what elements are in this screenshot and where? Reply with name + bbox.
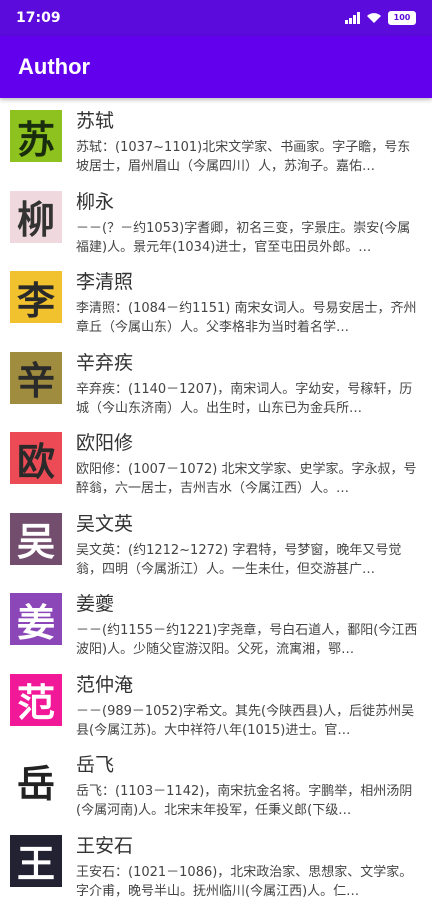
author-description: －－(？－约1053)字耆卿，初名三变，字景庄。崇安(今属福建)人。景元年(10… [76,219,422,257]
author-info: 吴文英吴文英：(约1212~1272) 字君特，号梦窗，晚年又号觉翁，四明（今属… [76,511,422,582]
author-avatar: 姜 [10,593,62,645]
author-description: －－(约1155－约1221)字尧章，号白石道人，鄱阳(今江西波阳)人。少随父宦… [76,621,422,659]
status-time: 17:09 [16,10,61,26]
author-name: 辛弃疾 [76,350,422,376]
battery-level: 100 [394,13,411,22]
page-title: Author [18,54,90,80]
author-description: 李清照：(1084－约1151) 南宋女词人。号易安居士，齐州章丘（今属山东）人… [76,299,422,337]
author-avatar: 王 [10,835,62,887]
list-item[interactable]: 范范仲淹 －－(989－1052)字希文。其先(今陕西县)人，后徙苏州吴县(今属江… [0,666,432,747]
author-name: 姜夔 [76,591,422,617]
author-description: 苏轼：(1037~1101)北宋文学家、书画家。字子瞻，号东坡居士，眉州眉山（今… [76,138,422,176]
author-description: 岳飞：(1103－1142)，南宋抗金名将。字鹏举，相州汤阴(今属河南)人。北宋… [76,782,422,820]
list-item[interactable]: 李李清照李清照：(1084－约1151) 南宋女词人。号易安居士，齐州章丘（今属… [0,263,432,344]
author-name: 欧阳修 [76,430,422,456]
author-name: 苏轼 [76,108,422,134]
wifi-icon [366,12,382,24]
author-name: 岳飞 [76,752,422,778]
author-description: 欧阳修：(1007－1072) 北宋文学家、史学家。字永叔，号醉翁，六一居士，吉… [76,460,422,498]
list-item[interactable]: 苏苏轼苏轼：(1037~1101)北宋文学家、书画家。字子瞻，号东坡居士，眉州眉… [0,102,432,183]
author-description: －－(989－1052)字希文。其先(今陕西县)人，后徙苏州吴县(今属江苏)。大… [76,702,422,740]
list-item[interactable]: 岳岳飞岳飞：(1103－1142)，南宋抗金名将。字鹏举，相州汤阴(今属河南)人… [0,746,432,827]
author-avatar: 范 [10,674,62,726]
author-avatar: 欧 [10,432,62,484]
status-icons: 100 [345,11,416,25]
author-info: 辛弃疾辛弃疾：(1140－1207)，南宋词人。字幼安，号稼轩，历城（今山东济南… [76,350,422,421]
author-avatar: 柳 [10,191,62,243]
author-info: 欧阳修欧阳修：(1007－1072) 北宋文学家、史学家。字永叔，号醉翁，六一居… [76,430,422,501]
author-name: 吴文英 [76,511,422,537]
author-info: 柳永 －－(？－约1053)字耆卿，初名三变，字景庄。崇安(今属福建)人。景元年(… [76,189,422,260]
author-avatar: 李 [10,271,62,323]
author-avatar: 岳 [10,754,62,806]
status-bar: 17:09 100 [0,0,432,36]
list-item[interactable]: 姜姜夔 －－(约1155－约1221)字尧章，号白石道人，鄱阳(今江西波阳)人。少… [0,585,432,666]
author-info: 范仲淹 －－(989－1052)字希文。其先(今陕西县)人，后徙苏州吴县(今属江苏… [76,672,422,743]
author-description: 辛弃疾：(1140－1207)，南宋词人。字幼安，号稼轩，历城（今山东济南）人。… [76,380,422,418]
author-info: 李清照李清照：(1084－约1151) 南宋女词人。号易安居士，齐州章丘（今属山… [76,269,422,340]
battery-icon: 100 [388,11,416,25]
author-info: 姜夔 －－(约1155－约1221)字尧章，号白石道人，鄱阳(今江西波阳)人。少随… [76,591,422,662]
signal-icon [345,12,360,24]
author-list: 苏苏轼苏轼：(1037~1101)北宋文学家、书画家。字子瞻，号东坡居士，眉州眉… [0,98,432,907]
author-avatar: 吴 [10,513,62,565]
author-info: 苏轼苏轼：(1037~1101)北宋文学家、书画家。字子瞻，号东坡居士，眉州眉山… [76,108,422,179]
author-name: 范仲淹 [76,672,422,698]
list-item[interactable]: 欧欧阳修欧阳修：(1007－1072) 北宋文学家、史学家。字永叔，号醉翁，六一… [0,424,432,505]
author-info: 王安石王安石：(1021－1086)，北宋政治家、思想家、文学家。字介甫，晚号半… [76,833,422,904]
author-name: 柳永 [76,189,422,215]
list-item[interactable]: 吴吴文英吴文英：(约1212~1272) 字君特，号梦窗，晚年又号觉翁，四明（今… [0,505,432,586]
author-description: 王安石：(1021－1086)，北宋政治家、思想家、文学家。字介甫，晚号半山。抚… [76,863,422,901]
author-description: 吴文英：(约1212~1272) 字君特，号梦窗，晚年又号觉翁，四明（今属浙江）… [76,541,422,579]
author-avatar: 辛 [10,352,62,404]
app-bar: Author [0,36,432,98]
list-item[interactable]: 王王安石王安石：(1021－1086)，北宋政治家、思想家、文学家。字介甫，晚号… [0,827,432,907]
author-name: 李清照 [76,269,422,295]
author-info: 岳飞岳飞：(1103－1142)，南宋抗金名将。字鹏举，相州汤阴(今属河南)人。… [76,752,422,823]
author-name: 王安石 [76,833,422,859]
list-item[interactable]: 柳柳永 －－(？－约1053)字耆卿，初名三变，字景庄。崇安(今属福建)人。景元年… [0,183,432,264]
list-item[interactable]: 辛辛弃疾辛弃疾：(1140－1207)，南宋词人。字幼安，号稼轩，历城（今山东济… [0,344,432,425]
author-avatar: 苏 [10,110,62,162]
